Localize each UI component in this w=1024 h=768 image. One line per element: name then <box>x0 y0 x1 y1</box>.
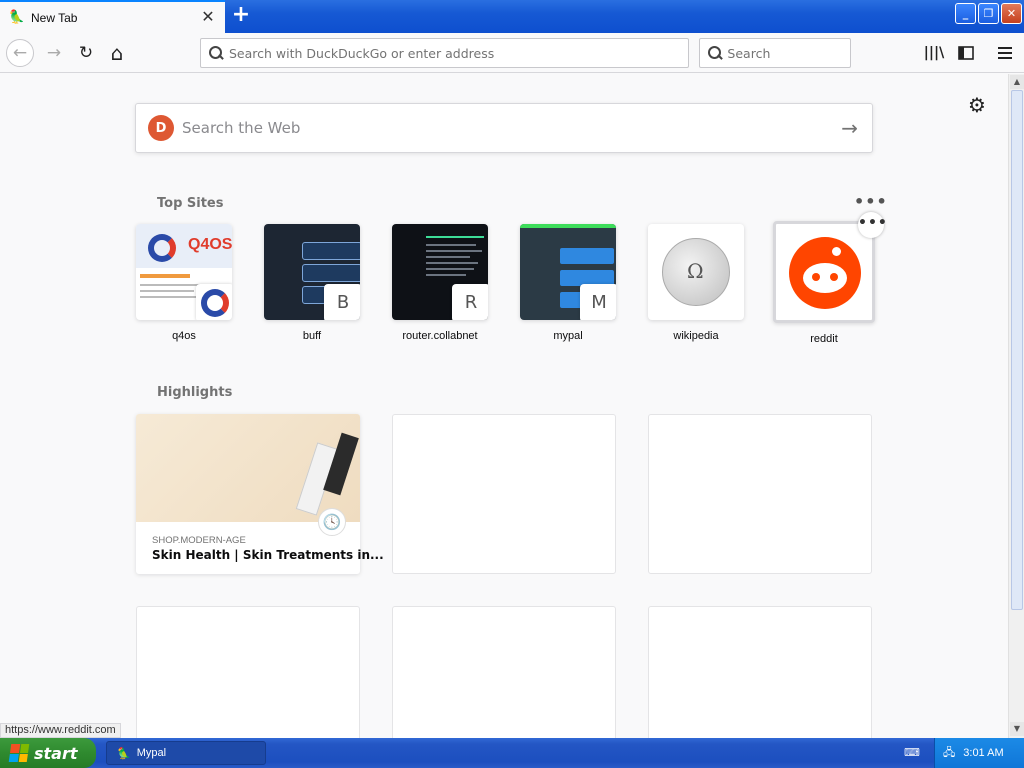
q4os-badge-icon <box>196 284 232 320</box>
scroll-down-icon[interactable]: ▼ <box>1010 722 1024 736</box>
keyboard-icon[interactable]: ⌨ <box>904 746 920 760</box>
scroll-thumb[interactable] <box>1011 90 1023 610</box>
back-button[interactable]: ← <box>6 39 34 67</box>
site-label: mypal <box>553 330 583 342</box>
top-site-reddit[interactable]: reddit <box>773 221 875 345</box>
status-url: https://www.reddit.com <box>0 723 121 738</box>
menu-icon[interactable] <box>991 39 1019 67</box>
top-sites-title: Top Sites <box>157 196 224 211</box>
site-letter-badge: B <box>324 284 360 320</box>
highlight-card[interactable]: 🕓 SHOP.MODERN-AGE Skin Health | Skin Tre… <box>136 414 384 574</box>
site-thumbnail[interactable] <box>773 221 875 323</box>
vertical-scrollbar[interactable]: ▲ ▼ <box>1008 74 1024 738</box>
network-icon[interactable]: 🖧 <box>943 744 955 763</box>
site-thumbnail[interactable]: Q4OS <box>136 224 232 320</box>
highlight-source: SHOP.MODERN-AGE <box>152 535 246 546</box>
home-button[interactable]: ⌂ <box>103 39 131 67</box>
url-input[interactable] <box>229 45 661 61</box>
sidebar-icon[interactable] <box>952 39 980 67</box>
mypal-favicon-icon: 🦜 <box>117 747 131 760</box>
clock-icon: 🕓 <box>318 508 346 536</box>
start-button[interactable]: start <box>0 738 96 768</box>
new-tab-page: ⚙ D → Top Sites ••• Q4OS q4os B <box>0 74 1008 766</box>
taskbar-item-mypal[interactable]: 🦜 Mypal <box>106 741 266 765</box>
start-label: start <box>34 743 78 763</box>
gear-icon[interactable]: ⚙ <box>966 94 988 116</box>
clock: 3:01 AM <box>963 747 1004 759</box>
highlight-placeholder <box>392 414 616 574</box>
top-sites-more-icon[interactable]: ••• <box>854 192 888 211</box>
highlights-title: Highlights <box>157 385 233 400</box>
site-letter-badge: R <box>452 284 488 320</box>
scroll-up-icon[interactable]: ▲ <box>1010 75 1024 89</box>
web-search-box[interactable]: D → <box>135 103 873 153</box>
reload-button[interactable]: ↻ <box>72 39 100 67</box>
site-label: router.collabnet <box>402 330 478 342</box>
tab-new-tab[interactable]: 🦜 New Tab ✕ <box>0 0 225 33</box>
site-thumbnail[interactable]: Ω <box>648 224 744 320</box>
wikipedia-globe-icon: Ω <box>662 238 730 306</box>
site-label: q4os <box>172 330 196 342</box>
site-letter-badge: M <box>580 284 616 320</box>
site-label: wikipedia <box>673 330 719 342</box>
top-site-mypal[interactable]: M mypal <box>520 224 616 342</box>
highlight-title: Skin Health | Skin Treatments in... <box>152 548 384 562</box>
highlight-placeholder <box>648 414 872 574</box>
highlight-image <box>136 414 360 522</box>
navigation-toolbar: ← → ↻ ⌂ |||\ <box>0 33 1024 73</box>
mypal-favicon-icon: 🦜 <box>8 10 26 25</box>
site-thumbnail[interactable]: M <box>520 224 616 320</box>
top-site-wikipedia[interactable]: Ω wikipedia <box>648 224 744 342</box>
site-label: buff <box>302 330 322 342</box>
url-bar[interactable] <box>200 38 689 68</box>
search-icon <box>708 46 722 60</box>
top-site-buff[interactable]: B buff <box>264 224 360 342</box>
site-thumbnail[interactable]: B <box>264 224 360 320</box>
top-site-q4os[interactable]: Q4OS q4os <box>136 224 232 342</box>
taskbar: start 🦜 Mypal ⌨ 🖧 3:01 AM <box>0 738 1024 768</box>
search-icon <box>209 46 223 60</box>
site-thumbnail[interactable]: R <box>392 224 488 320</box>
windows-logo-icon <box>8 744 30 762</box>
task-label: Mypal <box>136 747 167 759</box>
library-icon[interactable]: |||\ <box>920 39 948 67</box>
site-context-menu-icon[interactable]: ••• <box>858 212 887 238</box>
system-tray: 🖧 3:01 AM <box>934 738 1024 768</box>
reddit-logo-icon <box>789 237 861 309</box>
top-site-router-collabnet[interactable]: R router.collabnet <box>392 224 488 342</box>
restore-button[interactable]: ❐ <box>978 3 999 24</box>
search-go-arrow-icon[interactable]: → <box>841 116 858 140</box>
tab-close-icon[interactable]: ✕ <box>201 9 215 25</box>
site-label: reddit <box>810 333 838 345</box>
duckduckgo-logo-icon: D <box>148 115 174 141</box>
web-search-input[interactable] <box>182 119 782 137</box>
search-bar[interactable] <box>699 38 851 68</box>
close-window-button[interactable]: ✕ <box>1001 3 1022 24</box>
tab-title: New Tab <box>31 10 78 25</box>
search-input[interactable] <box>727 45 850 61</box>
new-tab-button[interactable]: + <box>230 4 252 26</box>
forward-button[interactable]: → <box>40 39 68 67</box>
minimize-button[interactable]: _ <box>955 3 976 24</box>
title-bar: 🦜 New Tab ✕ + _ ❐ ✕ <box>0 0 1024 33</box>
